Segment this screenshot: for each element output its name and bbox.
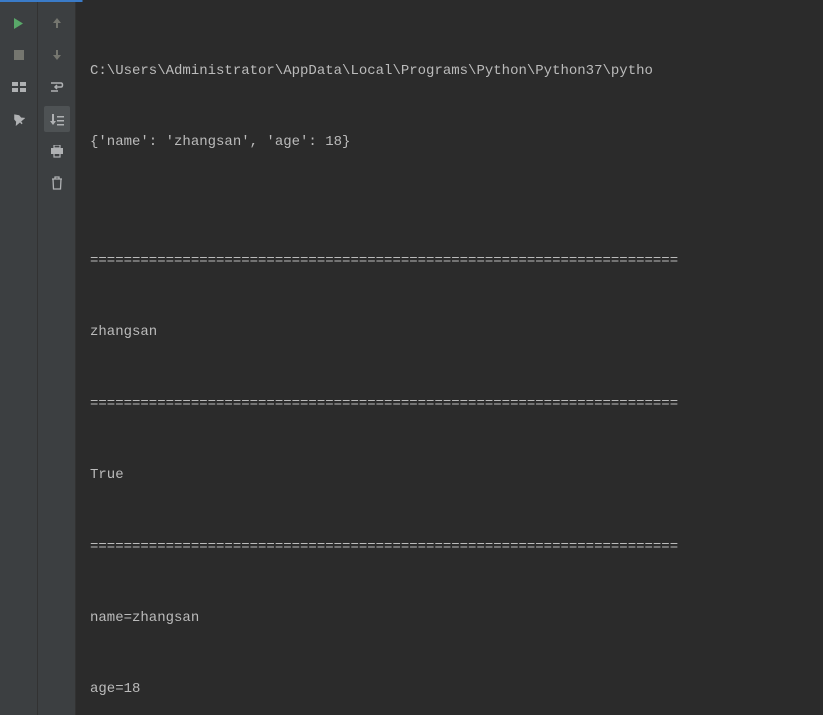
up-button[interactable] <box>44 10 70 36</box>
console-output: C:\Users\Administrator\AppData\Local\Pro… <box>76 2 823 715</box>
left-toolbar-2 <box>38 2 76 715</box>
stop-button[interactable] <box>6 42 32 68</box>
layout-button[interactable] <box>6 74 32 100</box>
console-line: C:\Users\Administrator\AppData\Local\Pro… <box>90 60 809 84</box>
trash-icon <box>51 176 63 190</box>
print-icon <box>50 145 64 158</box>
container: C:\Users\Administrator\AppData\Local\Pro… <box>0 2 823 715</box>
console-line: True <box>90 464 809 488</box>
scroll-to-end-button[interactable] <box>44 106 70 132</box>
console-line: name=zhangsan <box>90 607 809 631</box>
layout-icon <box>12 81 26 93</box>
run-button[interactable] <box>6 10 32 36</box>
console-line: age=18 <box>90 678 809 702</box>
soft-wrap-button[interactable] <box>44 74 70 100</box>
console-line: ========================================… <box>90 250 809 274</box>
console-line: {'name': 'zhangsan', 'age': 18} <box>90 131 809 155</box>
arrow-down-icon <box>51 48 63 62</box>
print-button[interactable] <box>44 138 70 164</box>
scroll-end-icon <box>50 113 64 126</box>
arrow-up-icon <box>51 16 63 30</box>
pin-icon <box>12 113 25 126</box>
stop-icon <box>13 49 25 61</box>
console-line: ========================================… <box>90 393 809 417</box>
console-line: zhangsan <box>90 321 809 345</box>
wrap-icon <box>50 81 64 93</box>
clear-button[interactable] <box>44 170 70 196</box>
left-toolbar-1 <box>0 2 38 715</box>
console-line: ========================================… <box>90 536 809 560</box>
down-button[interactable] <box>44 42 70 68</box>
play-icon <box>12 17 25 30</box>
pin-button[interactable] <box>6 106 32 132</box>
